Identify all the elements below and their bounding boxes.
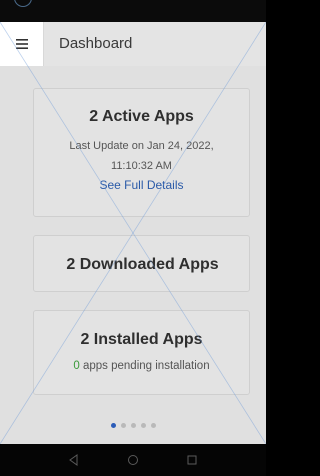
status-bar [0,0,266,22]
dashboard-content: 2 Active Apps Last Update on Jan 24, 202… [0,66,266,444]
installed-apps-title: 2 Installed Apps [80,331,203,348]
see-full-details-link[interactable]: See Full Details [99,176,183,194]
downloaded-apps-card[interactable]: 2 Downloaded Apps [33,235,250,292]
page-dot[interactable] [150,423,156,428]
pending-label: apps pending installation [79,360,210,372]
page-dot-active[interactable] [110,423,116,428]
downloaded-apps-title: 2 Downloaded Apps [66,256,219,273]
recents-square-icon[interactable] [186,454,198,466]
page-dot[interactable] [140,423,146,428]
active-apps-card[interactable]: 2 Active Apps Last Update on Jan 24, 202… [33,88,250,217]
camera-notch [14,0,32,7]
home-circle-icon[interactable] [127,454,139,466]
system-nav-bar [0,444,266,476]
page-title: Dashboard [59,35,133,52]
app-bar: Dashboard [0,22,266,66]
installed-apps-card[interactable]: 2 Installed Apps 0 apps pending installa… [33,310,250,395]
page-dot[interactable] [130,423,136,428]
page-indicator [0,423,266,431]
pending-installation-text: 0 apps pending installation [34,356,249,376]
active-apps-title: 2 Active Apps [89,108,194,125]
menu-button[interactable] [0,22,44,66]
back-triangle-icon[interactable] [68,454,80,466]
last-update-date: Last Update on Jan 24, 2022, [69,140,214,152]
page-dot[interactable] [120,423,126,428]
hamburger-menu-icon [15,39,28,49]
last-update-time: 11:10:32 AM [111,160,172,172]
